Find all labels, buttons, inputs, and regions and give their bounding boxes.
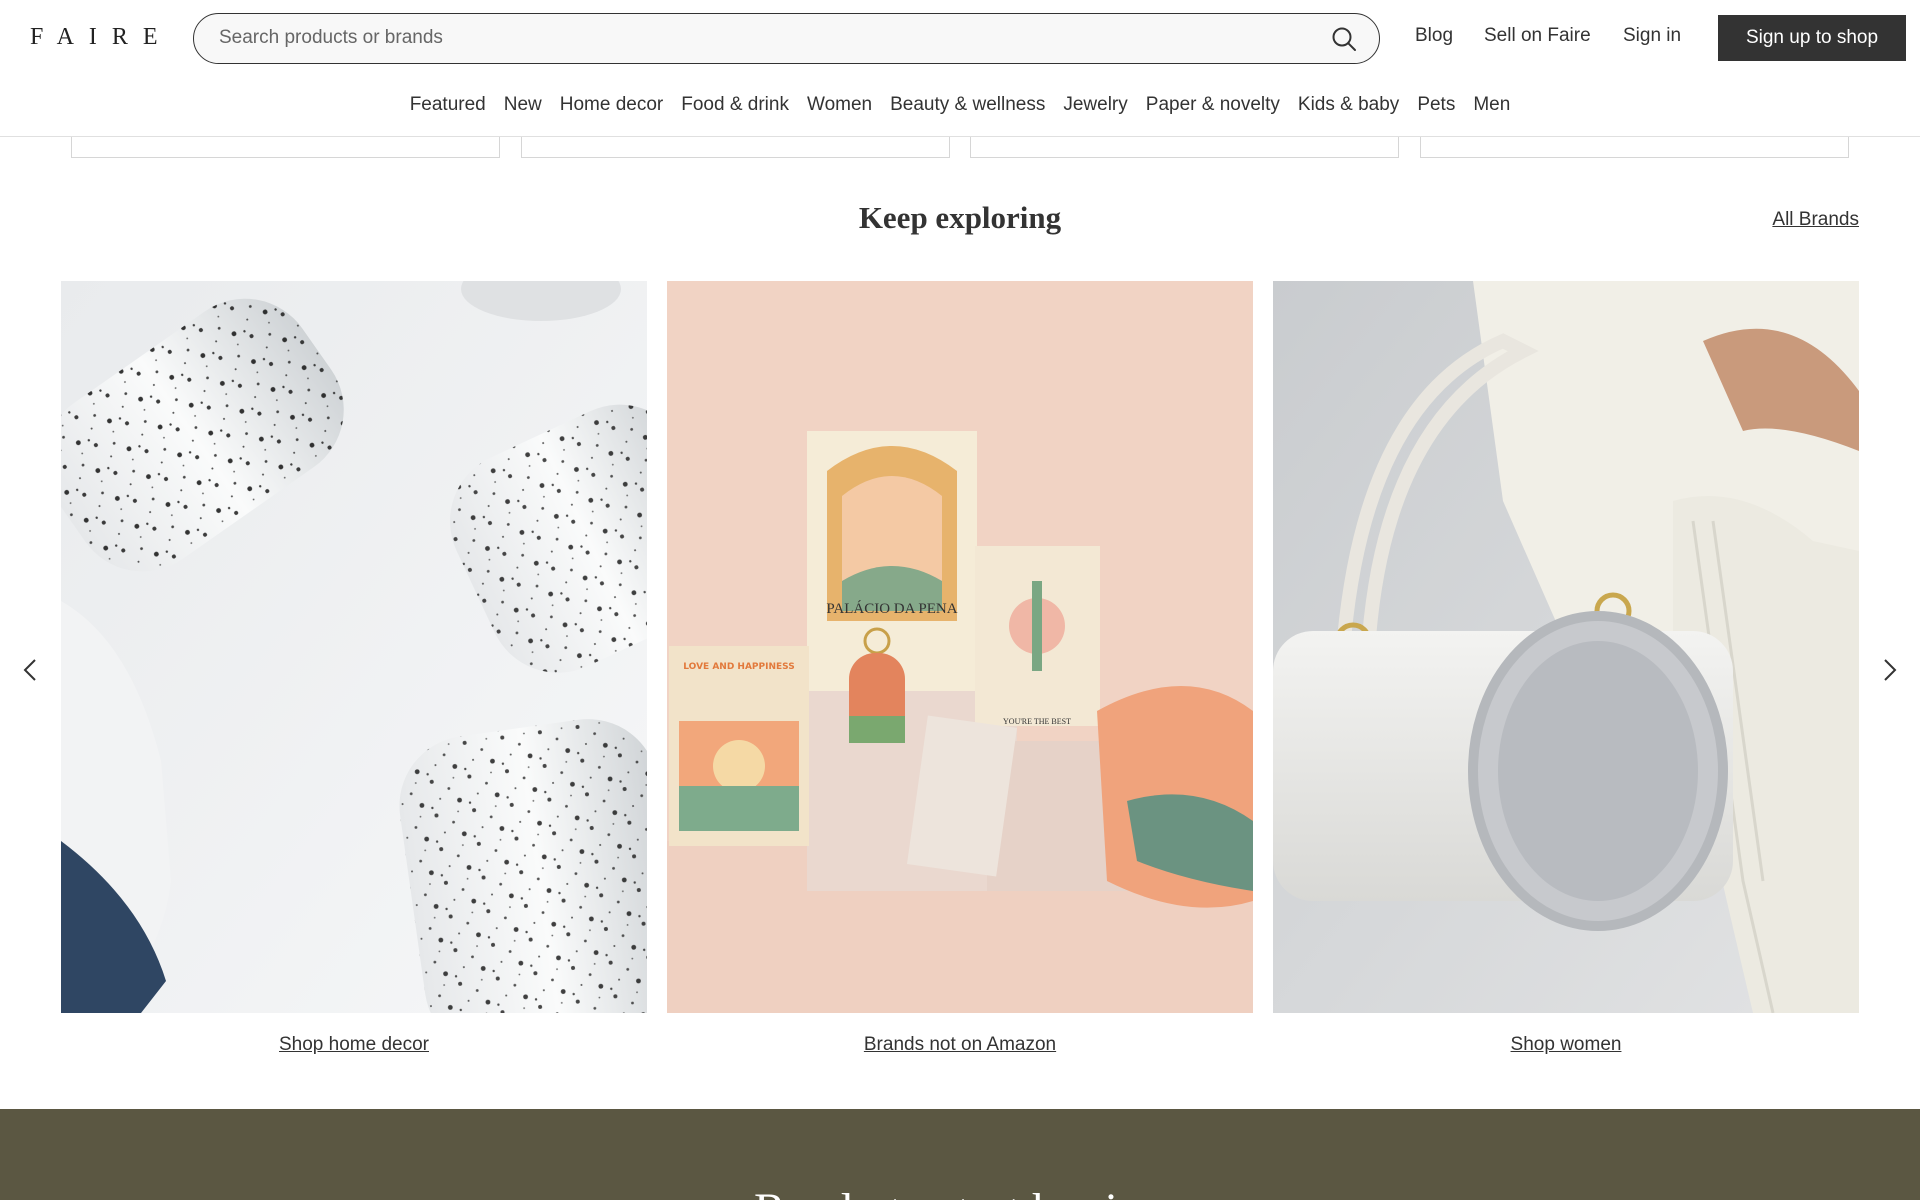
handbag-image	[1273, 281, 1859, 1013]
shop-home-decor-link[interactable]: Shop home decor	[61, 1034, 647, 1056]
brands-not-on-amazon-link[interactable]: Brands not on Amazon	[667, 1034, 1253, 1056]
sign-up-to-shop-button[interactable]: Sign up to shop	[1718, 15, 1906, 61]
chevron-right-icon	[1884, 659, 1897, 681]
sign-in-link[interactable]: Sign in	[1623, 25, 1681, 47]
footer-cta-title: Ready to start buying	[0, 1187, 1920, 1200]
nav-item-jewelry[interactable]: Jewelry	[1054, 94, 1136, 116]
site-header: FAIRE Blog Sell on Faire Sign in Sign up…	[0, 0, 1920, 137]
shop-women-tile-image[interactable]	[1273, 281, 1859, 1013]
home-decor-tile-image[interactable]	[61, 281, 647, 1013]
section-title: Keep exploring	[858, 200, 1062, 235]
nav-item-kids-baby[interactable]: Kids & baby	[1289, 94, 1408, 116]
shop-women-link[interactable]: Shop women	[1273, 1034, 1859, 1056]
nav-item-beauty-wellness[interactable]: Beauty & wellness	[881, 94, 1054, 116]
carousel-prev-button[interactable]	[17, 656, 45, 684]
nav-item-home-decor[interactable]: Home decor	[551, 94, 673, 116]
search-input[interactable]	[219, 14, 1299, 62]
brands-not-on-amazon-tile-image[interactable]: PALÁCIO DA PENA LOVE AND HAPPINESS YOU'R…	[667, 281, 1253, 1013]
card-text-love: LOVE AND HAPPINESS	[683, 662, 794, 672]
footer-cta-band: Ready to start buying	[0, 1109, 1920, 1200]
nav-item-featured[interactable]: Featured	[401, 94, 495, 116]
nav-item-pets[interactable]: Pets	[1408, 94, 1464, 116]
nav-item-paper-novelty[interactable]: Paper & novelty	[1137, 94, 1289, 116]
nav-item-men[interactable]: Men	[1464, 94, 1519, 116]
nav-item-new[interactable]: New	[495, 94, 551, 116]
sell-on-faire-link[interactable]: Sell on Faire	[1484, 25, 1591, 47]
category-nav: Featured New Home decor Food & drink Wom…	[0, 94, 1920, 116]
chevron-left-icon	[23, 659, 36, 681]
nav-item-women[interactable]: Women	[798, 94, 881, 116]
all-brands-link[interactable]: All Brands	[1772, 209, 1859, 231]
search-bar[interactable]	[193, 13, 1380, 64]
card-text-best: YOU'RE THE BEST	[1003, 717, 1071, 726]
search-icon[interactable]	[1331, 26, 1357, 52]
nav-item-food-drink[interactable]: Food & drink	[672, 94, 798, 116]
speckled-ceramics-image	[61, 281, 647, 1013]
card-text-palacio: PALÁCIO DA PENA	[826, 600, 957, 617]
blog-link[interactable]: Blog	[1415, 25, 1453, 47]
greeting-cards-image: PALÁCIO DA PENA LOVE AND HAPPINESS YOU'R…	[667, 281, 1253, 1013]
faire-logo[interactable]: FAIRE	[30, 24, 173, 51]
carousel-next-button[interactable]	[1875, 656, 1903, 684]
